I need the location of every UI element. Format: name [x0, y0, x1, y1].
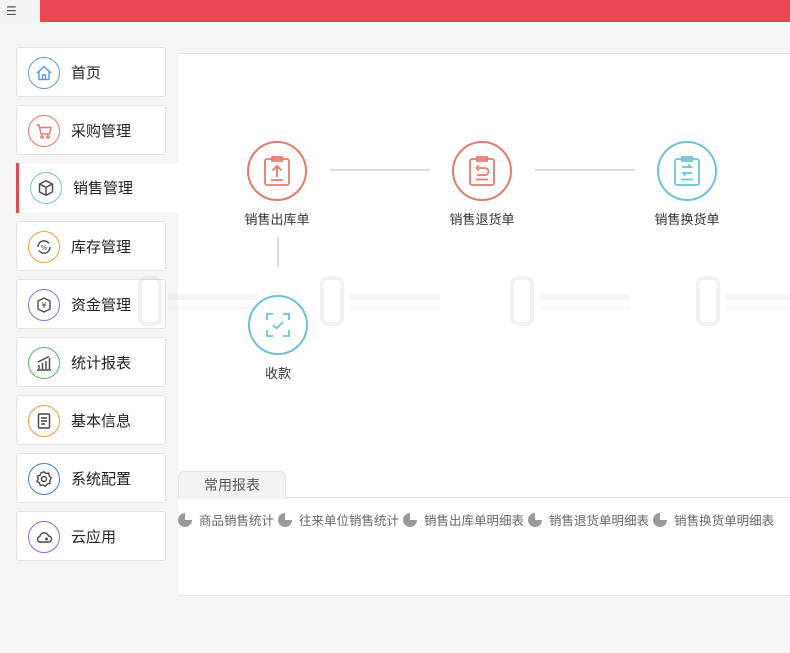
- hamburger-menu-icon[interactable]: ☰: [0, 0, 40, 22]
- watermark-logo: [320, 276, 450, 326]
- sidebar-item-label: 云应用: [71, 528, 117, 546]
- reports-list: 商品销售统计 往来单位销售统计 销售出库单明细表 销售退货单明细表 销售换货单明细表: [178, 510, 778, 530]
- sidebar-item-purchase[interactable]: 采购管理: [16, 105, 166, 155]
- sidebar-item-home[interactable]: 首页: [16, 47, 166, 97]
- sidebar-item-cloud-apps[interactable]: 云应用: [16, 511, 166, 561]
- yuan-icon: ¥: [28, 289, 60, 321]
- pie-chart-icon: [178, 512, 192, 527]
- main-panel: 销售出库单 销售退货单 销售换货单 收款 常用报表 商品销售统计 往来单位销售统计…: [138, 53, 790, 596]
- report-link-return-detail[interactable]: 销售退货单明细表: [528, 510, 649, 529]
- pie-chart-icon: [528, 512, 543, 527]
- sidebar-item-label: 库存管理: [71, 238, 132, 256]
- sidebar-item-statistics[interactable]: 统计报表: [16, 337, 166, 387]
- flow-node-label: 销售出库单: [244, 213, 310, 228]
- flow-node-label: 销售换货单: [654, 213, 720, 228]
- flow-connector: [277, 237, 279, 267]
- sidebar-item-label: 系统配置: [71, 470, 132, 488]
- percent-cycle-icon: %: [28, 231, 60, 263]
- bar-chart-icon: [28, 347, 60, 379]
- sidebar-item-system-config[interactable]: 系统配置: [16, 453, 166, 503]
- sidebar-item-label: 采购管理: [71, 122, 132, 140]
- report-link-exchange-detail[interactable]: 销售换货单明细表: [653, 510, 774, 529]
- reports-tab-bar: 常用报表: [178, 471, 790, 499]
- top-bar: [0, 0, 790, 22]
- sidebar-item-inventory[interactable]: % 库存管理: [16, 221, 166, 271]
- clipboard-upload-icon: [247, 141, 307, 201]
- sidebar-item-label: 统计报表: [71, 354, 132, 372]
- svg-text:%: %: [41, 244, 48, 252]
- cloud-icon: [28, 521, 60, 553]
- sidebar-item-label: 资金管理: [71, 296, 132, 314]
- sidebar-item-label: 首页: [71, 64, 102, 82]
- flow-connector: [330, 169, 430, 171]
- flow-node-collection[interactable]: 收款: [223, 295, 333, 382]
- clipboard-return-icon: [452, 141, 512, 201]
- report-link-product-sales[interactable]: 商品销售统计: [178, 510, 274, 529]
- sidebar-item-label: 销售管理: [73, 179, 134, 197]
- box-icon: [30, 172, 62, 204]
- pie-chart-icon: [278, 512, 293, 527]
- sidebar-item-label: 基本信息: [71, 412, 132, 430]
- flow-node-sales-return[interactable]: 销售退货单: [427, 141, 537, 228]
- flow-node-label: 收款: [264, 367, 291, 382]
- svg-text:¥: ¥: [41, 301, 46, 310]
- watermark-logo: [696, 276, 790, 326]
- report-link-partner-sales[interactable]: 往来单位销售统计: [278, 510, 399, 529]
- home-icon: [28, 57, 60, 89]
- sidebar-item-sales[interactable]: 销售管理: [16, 163, 178, 213]
- flow-node-label: 销售退货单: [449, 213, 515, 228]
- sidebar: 首页 采购管理 销售管理 % 库存管理 ¥ 资金管理 统计报表 基本信息 系统配…: [0, 22, 178, 653]
- sidebar-item-basic-info[interactable]: 基本信息: [16, 395, 166, 445]
- gear-icon: [28, 463, 60, 495]
- pie-chart-icon: [653, 512, 668, 527]
- document-icon: [28, 405, 60, 437]
- flow-connector: [535, 169, 635, 171]
- scan-check-icon: [248, 295, 308, 355]
- flow-node-sales-exchange[interactable]: 销售换货单: [632, 141, 742, 228]
- flow-node-sales-outbound[interactable]: 销售出库单: [222, 141, 332, 228]
- pie-chart-icon: [403, 512, 418, 527]
- clipboard-exchange-icon: [657, 141, 717, 201]
- cart-icon: [28, 115, 60, 147]
- report-link-outbound-detail[interactable]: 销售出库单明细表: [403, 510, 524, 529]
- tab-common-reports[interactable]: 常用报表: [178, 471, 286, 499]
- watermark-logo: [510, 276, 640, 326]
